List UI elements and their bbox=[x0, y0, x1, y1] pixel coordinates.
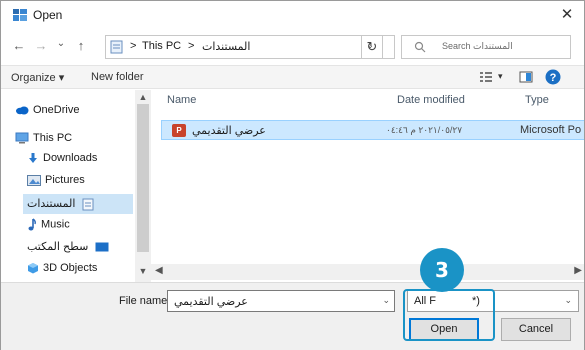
address-row: ← → ⌄ ↑ > This PC > المستندات ⌄ ↻ Search… bbox=[1, 33, 584, 61]
scroll-left-icon[interactable]: ◀ bbox=[155, 265, 163, 276]
breadcrumb-documents[interactable]: المستندات bbox=[202, 40, 250, 53]
column-header-date-modified[interactable]: Date modified bbox=[397, 94, 465, 106]
view-dropdown-icon[interactable]: ▾ bbox=[498, 71, 503, 82]
sidebar-item-downloads[interactable]: Downloads bbox=[27, 152, 97, 172]
up-icon[interactable]: ↑ bbox=[73, 38, 89, 56]
sort-ascending-icon: ⌃ bbox=[273, 90, 281, 96]
breadcrumb-this-pc[interactable]: This PC bbox=[142, 40, 181, 52]
svg-text:?: ? bbox=[550, 72, 557, 84]
app-icon bbox=[13, 9, 27, 21]
window-title: Open bbox=[33, 8, 63, 22]
chevron-down-icon[interactable]: ⌄ bbox=[564, 295, 572, 306]
file-name: عرضي التقديمي bbox=[192, 125, 266, 137]
sidebar-item-documents[interactable]: المستندات bbox=[23, 194, 133, 214]
recent-locations-icon[interactable]: ⌄ bbox=[53, 38, 69, 56]
search-icon bbox=[414, 41, 426, 53]
preview-pane-icon[interactable] bbox=[519, 70, 533, 84]
nav-vertical-scrollbar[interactable]: ▲ ▼ bbox=[135, 90, 151, 282]
navigation-pane: OneDrive This PC Downloads Pictures المس… bbox=[1, 90, 151, 282]
back-icon[interactable]: ← bbox=[11, 38, 27, 56]
open-dialog: Open ✕ ← → ⌄ ↑ > This PC > المستندات ⌄ ↻ bbox=[0, 0, 585, 350]
scroll-up-icon[interactable]: ▲ bbox=[135, 92, 151, 102]
computer-icon bbox=[15, 132, 29, 144]
scroll-right-icon[interactable]: ▶ bbox=[574, 265, 582, 276]
cancel-button[interactable]: Cancel bbox=[501, 318, 571, 341]
step-badge: 3 bbox=[420, 248, 464, 292]
scroll-down-icon[interactable]: ▼ bbox=[135, 266, 151, 276]
column-header-name[interactable]: Name bbox=[167, 94, 196, 106]
close-icon: ✕ bbox=[560, 6, 574, 23]
command-bar: Organize ▾ New folder ▾ ? bbox=[1, 65, 584, 89]
pictures-icon bbox=[27, 174, 41, 186]
sidebar-item-3d-objects[interactable]: 3D Objects bbox=[27, 262, 97, 282]
desktop-icon bbox=[95, 242, 109, 251]
breadcrumb-separator: > bbox=[188, 40, 195, 52]
folder-document-icon bbox=[110, 40, 123, 54]
powerpoint-file-icon: P bbox=[172, 124, 186, 137]
file-name-label: File name: bbox=[119, 295, 171, 307]
forward-icon[interactable]: → bbox=[33, 38, 49, 56]
music-icon bbox=[28, 218, 36, 231]
search-placeholder: Search المستندات bbox=[442, 41, 513, 51]
column-header-type[interactable]: Type bbox=[525, 94, 549, 106]
callout-highlight bbox=[403, 289, 495, 341]
file-name-field[interactable]: عرضي التقديمي ⌄ bbox=[167, 290, 395, 312]
scroll-thumb[interactable] bbox=[137, 104, 149, 252]
sidebar-item-this-pc[interactable]: This PC bbox=[15, 132, 72, 152]
breadcrumb-separator: > bbox=[130, 40, 137, 52]
file-row[interactable]: P عرضي التقديمي ٢٠٢١/٠٥/٢٧ م ٠٤:٤٦ Micro… bbox=[161, 120, 584, 140]
documents-icon bbox=[82, 198, 94, 211]
file-horizontal-scrollbar[interactable]: ◀ ▶ bbox=[151, 264, 584, 280]
sidebar-item-desktop[interactable]: سطح المكتب bbox=[27, 240, 113, 260]
file-type: Microsoft Po bbox=[520, 124, 582, 136]
cloud-icon bbox=[16, 106, 29, 115]
search-box[interactable]: Search المستندات bbox=[401, 35, 571, 59]
dialog-footer: File name: عرضي التقديمي ⌄ All F *) ⌄ Op… bbox=[1, 282, 584, 350]
sidebar-item-pictures[interactable]: Pictures bbox=[27, 174, 85, 194]
3d-objects-icon bbox=[28, 263, 38, 274]
chevron-down-icon[interactable]: ⌄ bbox=[382, 295, 390, 306]
title-bar: Open ✕ bbox=[1, 1, 584, 29]
view-options-icon[interactable] bbox=[479, 70, 493, 84]
file-date-modified: ٢٠٢١/٠٥/٢٧ م ٠٤:٤٦ bbox=[386, 125, 463, 135]
sidebar-item-onedrive[interactable]: OneDrive bbox=[15, 104, 79, 124]
new-folder-button[interactable]: New folder bbox=[91, 71, 144, 83]
file-name-value: عرضي التقديمي bbox=[174, 296, 248, 308]
address-bar[interactable]: > This PC > المستندات ⌄ bbox=[105, 35, 395, 59]
sidebar-item-music[interactable]: Music bbox=[27, 218, 70, 238]
file-list: Name ⌃ Date modified Type P عرضي التقديم… bbox=[153, 90, 584, 282]
refresh-button[interactable]: ↻ bbox=[361, 35, 383, 59]
download-icon bbox=[29, 153, 37, 164]
close-button[interactable]: ✕ bbox=[550, 1, 584, 29]
help-icon[interactable]: ? bbox=[545, 69, 561, 85]
refresh-icon: ↻ bbox=[366, 39, 378, 54]
organize-button[interactable]: Organize ▾ bbox=[11, 71, 64, 84]
